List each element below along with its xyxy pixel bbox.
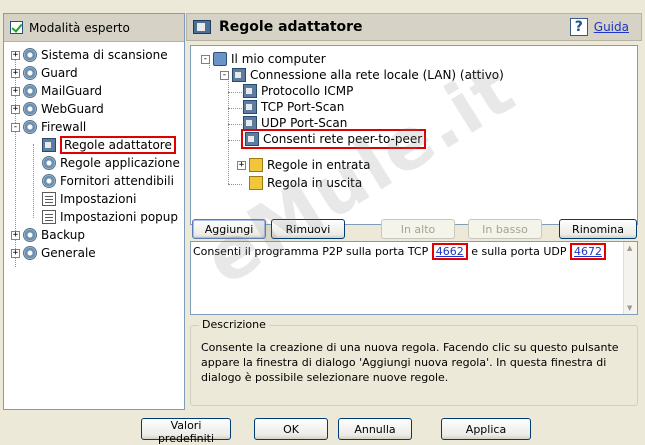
- tree-node-outgoing-rules[interactable]: Regola in uscita: [249, 174, 362, 192]
- description-legend: Descrizione: [199, 318, 269, 331]
- expert-mode-checkbox[interactable]: [10, 21, 23, 34]
- gear-icon: [23, 120, 37, 134]
- udp-port-highlight: 4672: [570, 243, 606, 260]
- remove-rule-button[interactable]: Rimuovi: [271, 219, 345, 239]
- gear-icon: [23, 84, 37, 98]
- rule-icon: [245, 132, 259, 146]
- network-adapter-icon: [42, 138, 56, 152]
- adapter-rules-page: Regole adattatore ? Guida - Il mio compu…: [186, 13, 642, 410]
- tree-item-general[interactable]: + Generale: [11, 244, 96, 262]
- description-scrollbar[interactable]: ▲ ▼: [623, 242, 637, 314]
- move-down-button[interactable]: In basso: [468, 219, 542, 239]
- tree-item-adapter-rules[interactable]: Regole adattatore: [42, 136, 176, 154]
- tree-item-backup[interactable]: + Backup: [11, 226, 85, 244]
- collapse-icon[interactable]: -: [11, 122, 20, 132]
- page-title: Regole adattatore: [219, 19, 363, 35]
- ok-button[interactable]: OK: [254, 418, 328, 440]
- popup-settings-icon: [42, 210, 56, 224]
- tree-item-application-rules[interactable]: Regole applicazione: [42, 154, 180, 172]
- expand-icon[interactable]: +: [11, 104, 20, 114]
- rule-icon: [243, 116, 257, 130]
- tree-item-trusted-vendors[interactable]: Fornitori attendibili: [42, 172, 174, 190]
- help-icon[interactable]: ?: [569, 18, 588, 36]
- settings-page-icon: [42, 192, 56, 206]
- gear-icon: [23, 228, 37, 242]
- defaults-button[interactable]: Valori predefiniti: [141, 418, 231, 445]
- outgoing-arrow-icon: [249, 176, 263, 190]
- udp-port-link[interactable]: 4672: [574, 245, 602, 258]
- rename-rule-button[interactable]: Rinomina: [559, 219, 637, 239]
- rule-p2p-network[interactable]: Consenti rete peer-to-peer: [241, 129, 427, 149]
- tcp-port-link[interactable]: 4662: [436, 245, 464, 258]
- gear-icon: [23, 66, 37, 80]
- gear-icon: [23, 246, 37, 260]
- network-adapter-icon: [193, 20, 211, 34]
- collapse-icon[interactable]: -: [220, 70, 229, 80]
- scroll-up-icon[interactable]: ▲: [627, 244, 632, 252]
- tree-item-guard[interactable]: + Guard: [11, 64, 78, 82]
- network-rules-tree: - Il mio computer - Connessione alla ret…: [190, 45, 638, 225]
- gear-icon: [23, 102, 37, 116]
- description-group: Descrizione Consente la creazione di una…: [190, 318, 638, 406]
- expand-icon[interactable]: +: [11, 86, 20, 96]
- rule-description-text: Consenti il programma P2P sulla porta TC…: [193, 243, 606, 260]
- expand-icon[interactable]: +: [11, 248, 20, 258]
- computer-icon: [213, 52, 227, 66]
- settings-nav-panel: Modalità esperto + Sistema di scansione …: [3, 13, 185, 410]
- tree-item-popup-settings[interactable]: Impostazioni popup: [42, 208, 178, 226]
- apply-button[interactable]: Applica: [441, 418, 531, 440]
- expand-icon[interactable]: +: [237, 160, 246, 170]
- help-link[interactable]: Guida: [594, 20, 629, 34]
- rule-icon: [243, 84, 257, 98]
- tcp-port-highlight: 4662: [431, 243, 468, 260]
- tree-item-settings[interactable]: Impostazioni: [42, 190, 136, 208]
- collapse-icon[interactable]: -: [201, 54, 210, 64]
- help-link-group[interactable]: ? Guida: [569, 18, 629, 36]
- add-rule-button[interactable]: Aggiungi: [192, 219, 266, 239]
- expand-icon[interactable]: +: [11, 68, 20, 78]
- expert-mode-label: Modalità esperto: [29, 20, 130, 35]
- gear-icon: [23, 48, 37, 62]
- move-up-button[interactable]: In alto: [381, 219, 455, 239]
- selected-item-highlight: Regole adattatore: [60, 136, 176, 154]
- tree-item-webguard[interactable]: + WebGuard: [11, 100, 104, 118]
- gear-icon: [42, 174, 56, 188]
- expand-icon[interactable]: +: [11, 230, 20, 240]
- gear-icon: [42, 156, 56, 170]
- tree-item-mailguard[interactable]: + MailGuard: [11, 82, 102, 100]
- page-header: Regole adattatore ? Guida: [186, 13, 642, 41]
- rule-icon: [243, 100, 257, 114]
- rule-description-box[interactable]: Consenti il programma P2P sulla porta TC…: [190, 241, 638, 315]
- tree-node-incoming-rules[interactable]: + Regole in entrata: [237, 156, 370, 174]
- cancel-button[interactable]: Annulla: [338, 418, 412, 440]
- tree-item-firewall[interactable]: - Firewall: [11, 118, 86, 136]
- incoming-arrow-icon: [249, 158, 263, 172]
- tree-item-scan-system[interactable]: + Sistema di scansione: [11, 46, 168, 64]
- expand-icon[interactable]: +: [11, 50, 20, 60]
- scroll-down-icon[interactable]: ▼: [627, 304, 632, 312]
- network-connection-icon: [232, 68, 246, 82]
- description-text: Consente la creazione di una nuova regol…: [201, 341, 619, 384]
- expert-mode-toggle[interactable]: Modalità esperto: [4, 14, 184, 42]
